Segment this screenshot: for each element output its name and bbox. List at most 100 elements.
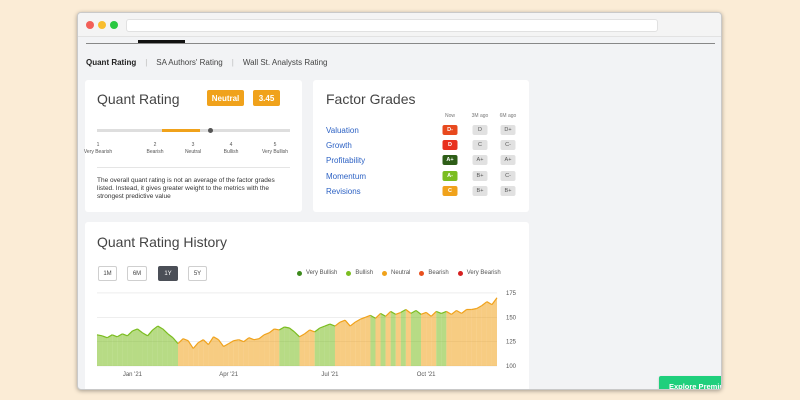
tab-separator: | [231,57,234,67]
factor-link-revisions[interactable]: Revisions [326,187,361,196]
scale-number: 2 [153,142,157,148]
area-segment [340,320,346,366]
area-segment [284,327,290,366]
area-segment [294,331,300,366]
area-segment [334,322,341,366]
scale-label: Very Bearish [83,149,113,155]
area-segment [132,328,138,366]
area-segment [299,333,305,366]
area-segment [264,332,270,366]
area-segment [446,311,452,366]
col-header-now: Now [444,113,456,119]
minimize-window-icon[interactable] [98,21,106,29]
area-segment [253,338,260,366]
tab-sa-authors-rating[interactable]: SA Authors' Rating [156,58,222,67]
rating-scale-marker [208,128,213,133]
area-segment [319,326,325,366]
area-segment [274,328,280,366]
legend-item-neutral[interactable]: Neutral [382,270,410,276]
quant-rating-card: Quant Rating Neutral 3.45 1 Very Bearish … [84,80,302,212]
range-button-5y[interactable]: 5Y [188,266,207,281]
area-segment [461,309,467,366]
legend-item-bullish[interactable]: Bullish [346,270,373,276]
legend-item-very-bullish[interactable]: Very Bullish [297,270,337,276]
area-segment [97,334,103,366]
explore-premium-button[interactable]: Explore Premium Features [659,376,721,389]
x-tick-label: Jul '21 [321,372,339,378]
area-segment [117,333,123,366]
area-segment [183,338,189,366]
grade-now-revisions: C [442,186,458,196]
legend-item-very-bearish[interactable]: Very Bearish [457,270,501,276]
maximize-window-icon[interactable] [110,21,118,29]
rating-history-chart[interactable]: 100 125 150 175 Jan '21 Apr '21 Jul '21 Oct '21 [85,286,529,381]
legend-dot [457,270,463,276]
grade-3m-momentum: B+ [472,171,488,181]
scale-number: 1 [96,142,100,148]
x-tick-label: Oct '21 [417,372,436,378]
close-window-icon[interactable] [86,21,94,29]
address-bar[interactable] [126,19,658,32]
factor-grades-title: Factor Grades [326,91,416,107]
tab-quant-rating[interactable]: Quant Rating [86,58,136,67]
area-segment [410,310,416,366]
range-button-1m[interactable]: 1M [98,266,117,281]
area-segment [279,327,285,366]
area-segment [355,319,361,366]
scale-item-bearish: 2 Bearish [147,142,164,156]
area-segment [238,339,244,366]
tab-wall-st-rating[interactable]: Wall St. Analysts Rating [243,58,328,67]
factor-link-profitability[interactable]: Profitability [326,156,365,165]
range-button-6m[interactable]: 6M [127,266,147,281]
scale-item-neutral: 3 Neutral [185,142,201,156]
area-segment [304,329,310,366]
tab-separator: | [145,57,148,67]
y-tick-label: 100 [506,364,517,370]
y-tick-label: 125 [506,340,517,346]
factor-link-valuation[interactable]: Valuation [326,126,359,135]
scale-label: Very Bullish [261,149,289,155]
factor-link-growth[interactable]: Growth [326,141,352,150]
area-segment [289,328,295,366]
area-segment [259,334,265,366]
area-segment [466,309,472,366]
range-button-1y[interactable]: 1Y [158,266,178,281]
grade-6m-profitability: A+ [500,155,516,165]
factor-link-momentum[interactable]: Momentum [326,172,366,181]
area-segment [269,328,275,366]
section-divider [86,43,715,44]
scale-item-very-bearish: 1 Very Bearish [84,142,112,156]
grade-6m-revisions: B+ [500,186,516,196]
area-segment [107,334,113,366]
grade-now-valuation: D- [442,125,458,135]
browser-window: Quant Rating | SA Authors' Rating | Wall… [77,12,722,390]
scale-label: Bullish [223,149,239,155]
grade-3m-valuation: D [472,125,488,135]
area-segment [486,301,492,366]
area-segment [385,311,391,366]
scale-number: 4 [229,142,233,148]
grade-3m-growth: C [472,140,488,150]
grade-6m-growth: C- [500,140,516,150]
grade-3m-revisions: B+ [472,186,488,196]
rating-scale-fill [162,129,200,132]
x-tick-label: Apr '21 [219,372,238,378]
area-segment [400,309,406,366]
quant-history-title: Quant Rating History [97,234,227,250]
legend-dot [419,270,425,276]
area-segment [441,311,447,366]
area-segment [375,313,381,366]
area-segment [365,315,371,366]
card-divider [97,167,290,168]
area-segment [405,309,411,366]
area-segment [481,301,487,366]
area-segment [476,305,482,366]
chart-legend: Very Bullish Bullish Neutral Bearish Ver… [297,270,510,276]
scale-number: 5 [273,142,277,148]
grade-6m-valuation: D+ [500,125,516,135]
area-segment [112,334,118,366]
area-segment [309,329,315,366]
legend-item-bearish[interactable]: Bearish [419,270,449,276]
area-segment [471,308,477,366]
col-header-3m: 3M ago [471,113,489,119]
